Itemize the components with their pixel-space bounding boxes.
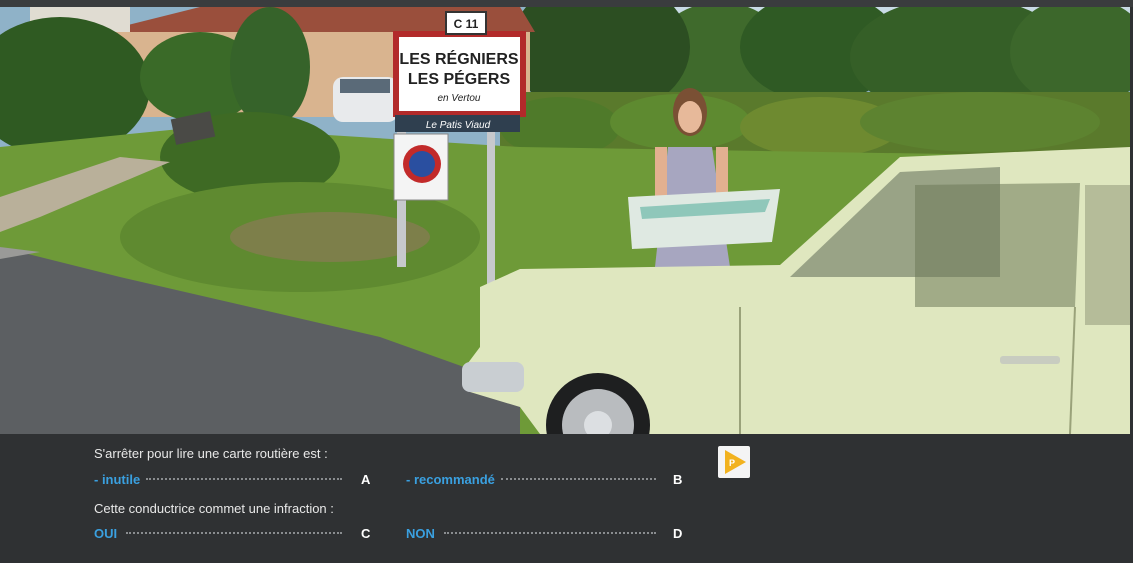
answer-c-leader [126,532,342,534]
answer-b-leader [501,478,656,480]
svg-text:P: P [729,458,735,468]
question2-text: Cette conductrice commet une infraction … [94,501,334,516]
play-button[interactable]: P [718,446,750,478]
key-d[interactable]: D [673,526,682,541]
answer-a[interactable]: - inutile [94,472,140,487]
top-bar [0,0,1133,7]
key-b[interactable]: B [673,472,682,487]
sign-town-line3: en Vertou [438,93,481,104]
answer-d-leader [444,532,656,534]
sign-street: Le Patis Viaud [426,120,491,131]
sign-town-line2: LES PÉGERS [408,69,511,88]
answer-b[interactable]: - recommandé [406,472,495,487]
key-a[interactable]: A [361,472,370,487]
play-icon: P [725,450,746,474]
sign-town-line1: LES RÉGNIERS [399,49,518,68]
sign-road: C 11 [454,17,479,31]
answer-a-leader [146,478,342,480]
key-c[interactable]: C [361,526,370,541]
question1-text: S'arrêter pour lire une carte routière e… [94,446,328,461]
scene-photo: LES RÉGNIERS LES PÉGERS en Vertou C 11 L… [0,7,1130,434]
answer-c[interactable]: OUI [94,526,117,541]
answer-d[interactable]: NON [406,526,435,541]
